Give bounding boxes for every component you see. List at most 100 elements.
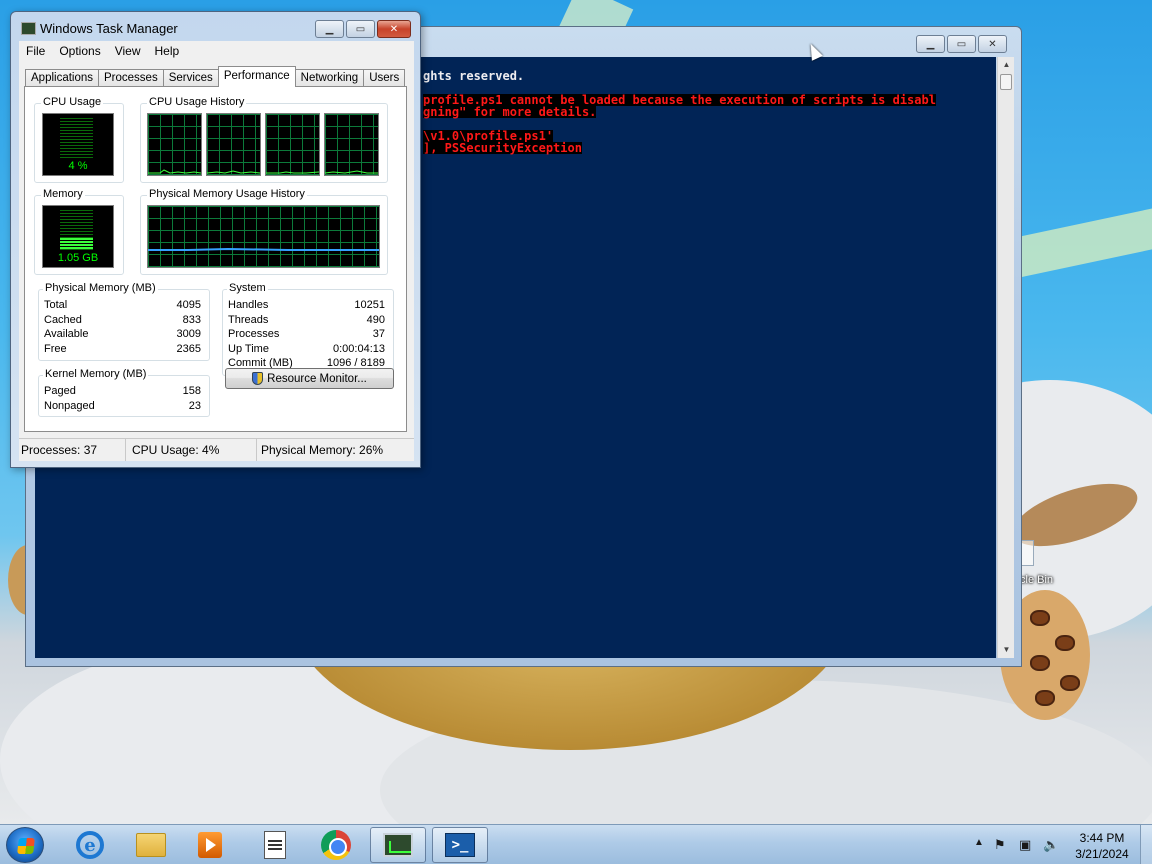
maximize-button[interactable]: ▭: [346, 20, 375, 38]
scroll-up-arrow-icon[interactable]: ▲: [998, 57, 1015, 73]
stat-total-value: 4095: [176, 299, 201, 311]
wallpaper-turtle-spot: [1030, 610, 1050, 626]
console-line: ghts reserved.: [423, 69, 525, 83]
memory-group: Memory 1.05 GB: [34, 188, 124, 275]
minimize-button[interactable]: ▁: [916, 35, 945, 53]
stat-processes-value: 37: [372, 328, 385, 340]
taskbar-item-powershell[interactable]: >_: [432, 827, 488, 863]
wallpaper-turtle-spot: [1030, 655, 1050, 671]
stat-handles-label: Handles: [228, 299, 269, 311]
folder-icon: [136, 833, 166, 857]
system-group: System Handles 10251 Threads 490 Process…: [222, 282, 394, 376]
clock-time: 3:44 PM: [1079, 831, 1125, 845]
menu-options[interactable]: Options: [52, 44, 107, 58]
tab-applications[interactable]: Applications: [25, 69, 100, 87]
tab-services[interactable]: Services: [162, 69, 219, 87]
status-physical-memory: Physical Memory: 26%: [261, 443, 384, 457]
memory-history-group: Physical Memory Usage History: [140, 188, 388, 275]
action-center-flag-icon[interactable]: ⚑: [994, 837, 1006, 853]
stat-nonpaged-label: Nonpaged: [44, 400, 95, 412]
taskbar-item-media-player[interactable]: [182, 827, 238, 863]
powershell-caption-buttons: ▁ ▭ ✕: [916, 35, 1007, 53]
wallpaper-turtle-spot: [1035, 690, 1055, 706]
memory-meter-fill: [60, 238, 93, 249]
stat-threads-value: 490: [366, 314, 385, 326]
stat-available-label: Available: [44, 328, 89, 340]
tab-strip: Applications Processes Services Performa…: [25, 66, 406, 87]
task-manager-icon: [383, 833, 413, 857]
menu-bar: File Options View Help: [19, 41, 414, 61]
menu-help[interactable]: Help: [148, 44, 187, 58]
menu-file[interactable]: File: [19, 44, 52, 58]
memory-value: 1.05 GB: [57, 252, 99, 264]
stat-paged-label: Paged: [44, 385, 76, 397]
network-icon[interactable]: ▣: [1019, 837, 1031, 853]
physical-memory-group: Physical Memory (MB) Total 4095 Cached 8…: [38, 282, 210, 361]
cpu-history-graph-core-2: [206, 113, 261, 176]
maximize-button[interactable]: ▭: [947, 35, 976, 53]
stat-available-value: 3009: [176, 328, 201, 340]
status-cpu-usage: CPU Usage: 4%: [126, 439, 257, 461]
window-title: Windows Task Manager: [40, 21, 178, 36]
task-manager-window[interactable]: Windows Task Manager ▁ ▭ ✕ File Options …: [10, 11, 421, 468]
taskbar: e >_ ▲ ⚑ ▣ 🔈 3:44 PM 3/21/2024: [0, 824, 1152, 864]
recycle-bin-icon[interactable]: [1020, 540, 1034, 566]
taskbar-item-google-chrome[interactable]: [308, 827, 364, 863]
stat-processes-label: Processes: [228, 328, 280, 340]
console-scrollbar[interactable]: ▲ ▼: [997, 57, 1014, 658]
show-desktop-button[interactable]: [1140, 825, 1152, 864]
stat-free-label: Free: [44, 343, 67, 355]
cpu-history-label: CPU Usage History: [147, 96, 247, 108]
menu-view[interactable]: View: [108, 44, 148, 58]
kernel-memory-label: Kernel Memory (MB): [43, 368, 149, 380]
taskbar-item-notepad[interactable]: [247, 827, 303, 863]
stat-nonpaged-value: 23: [188, 400, 201, 412]
windows-logo-icon: [17, 838, 35, 854]
memory-history-graph: [147, 205, 380, 268]
cpu-history-graph-core-4: [324, 113, 379, 176]
stat-paged-value: 158: [182, 385, 201, 397]
taskbar-item-internet-explorer[interactable]: e: [62, 827, 118, 863]
volume-muted-icon[interactable]: 🔈: [1043, 837, 1059, 853]
physical-memory-label: Physical Memory (MB): [43, 282, 158, 294]
tab-performance[interactable]: Performance: [217, 66, 296, 87]
powershell-icon: >_: [445, 833, 475, 857]
minimize-button[interactable]: ▁: [315, 20, 344, 38]
close-button[interactable]: ✕: [377, 20, 411, 38]
chrome-icon: [321, 830, 351, 860]
stat-cached-label: Cached: [44, 314, 82, 326]
start-button[interactable]: [6, 827, 44, 863]
close-button[interactable]: ✕: [978, 35, 1007, 53]
show-hidden-icons-icon[interactable]: ▲: [974, 837, 984, 848]
cpu-usage-meter: 4 %: [42, 113, 114, 176]
taskbar-item-task-manager[interactable]: [370, 827, 426, 863]
system-clock[interactable]: 3:44 PM 3/21/2024: [1072, 830, 1132, 862]
cpu-history-group: CPU Usage History: [140, 96, 388, 183]
console-error-line: gning" for more details.: [423, 105, 597, 119]
kernel-memory-group: Kernel Memory (MB) Paged 158 Nonpaged 23: [38, 368, 210, 417]
stat-handles-value: 10251: [354, 299, 385, 311]
uac-shield-icon: [252, 372, 264, 385]
status-processes: Processes: 37: [19, 439, 126, 461]
tab-networking[interactable]: Networking: [294, 69, 365, 87]
tab-processes[interactable]: Processes: [98, 69, 164, 87]
cpu-usage-value: 4 %: [68, 160, 88, 172]
task-manager-body: Applications Processes Services Performa…: [19, 61, 414, 438]
stat-threads-label: Threads: [228, 314, 269, 326]
system-label: System: [227, 282, 268, 294]
document-icon: [264, 831, 286, 859]
internet-explorer-icon: e: [76, 831, 104, 859]
wallpaper-turtle-spot: [1055, 635, 1075, 651]
media-player-icon: [198, 832, 222, 858]
taskbar-item-windows-explorer[interactable]: [123, 827, 179, 863]
cpu-usage-meter-bars: [60, 118, 93, 158]
recycle-bin-label[interactable]: cle Bin: [1020, 574, 1053, 586]
memory-label: Memory: [41, 188, 85, 200]
stat-uptime-label: Up Time: [228, 343, 269, 355]
tab-users[interactable]: Users: [363, 69, 406, 87]
scrollbar-thumb[interactable]: [1000, 74, 1012, 90]
resource-monitor-button[interactable]: Resource Monitor...: [225, 368, 394, 389]
cpu-usage-group: CPU Usage 4 %: [34, 96, 124, 183]
scroll-down-arrow-icon[interactable]: ▼: [998, 642, 1015, 658]
memory-history-label: Physical Memory Usage History: [147, 188, 307, 200]
